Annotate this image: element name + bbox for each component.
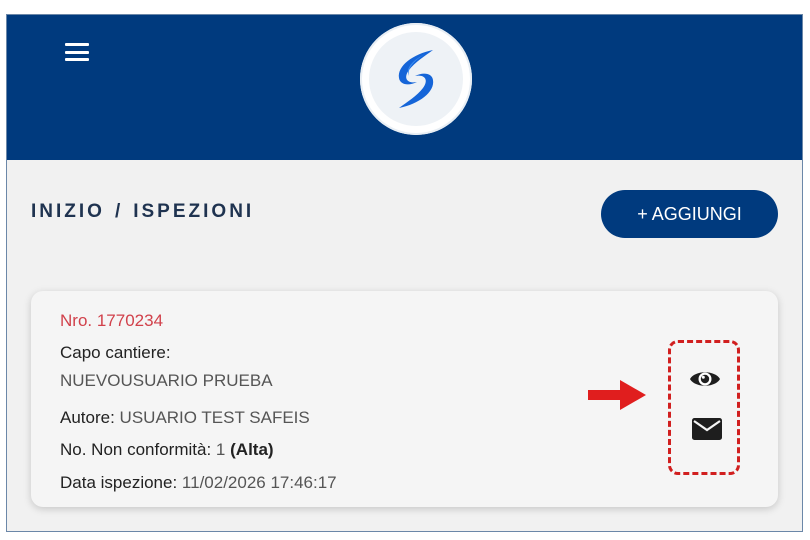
- data-ispezione-value: 11/02/2026 17:46:17: [181, 473, 337, 492]
- breadcrumb-current: ISPEZIONI: [133, 201, 255, 222]
- safeis-logo[interactable]: [360, 23, 472, 135]
- breadcrumb-separator: /: [114, 201, 124, 222]
- app-frame: INIZIO / ISPEZIONI + AGGIUNGI Nro. 1770234…: [6, 14, 803, 532]
- inspection-number: Nro. 1770234: [60, 311, 164, 330]
- data-ispezione-row: Data ispezione: 11/02/2026 17:46:17: [60, 473, 337, 493]
- inspection-card: Nro. 1770234 Capo cantiere: NUEVOUSUARIO…: [31, 291, 778, 507]
- arrow-right-icon: [588, 380, 646, 410]
- envelope-icon[interactable]: [691, 417, 723, 441]
- autore-label: Autore:: [60, 408, 115, 427]
- autore-value: USUARIO TEST SAFEIS: [119, 408, 310, 427]
- breadcrumb-home[interactable]: INIZIO: [31, 201, 105, 222]
- non-conformita-count: 1: [215, 440, 226, 459]
- breadcrumb: INIZIO / ISPEZIONI: [31, 201, 254, 223]
- hamburger-menu-icon[interactable]: [65, 41, 89, 63]
- eye-icon[interactable]: [689, 367, 721, 391]
- non-conformita-label: No. Non conformità:: [60, 440, 212, 459]
- top-header: [7, 15, 802, 160]
- logo-swirl-icon: [398, 50, 434, 108]
- non-conformita-row: No. Non conformità: 1 (Alta): [60, 440, 274, 460]
- add-inspection-button[interactable]: + AGGIUNGI: [601, 190, 778, 238]
- capo-cantiere-value: NUEVOUSUARIO PRUEBA: [60, 371, 273, 390]
- actions-highlight-box: [668, 340, 740, 475]
- capo-cantiere-label: Capo cantiere:: [60, 343, 171, 362]
- autore-row: Autore: USUARIO TEST SAFEIS: [60, 408, 310, 428]
- data-ispezione-label: Data ispezione:: [60, 473, 178, 492]
- non-conformita-severity: (Alta): [230, 440, 274, 459]
